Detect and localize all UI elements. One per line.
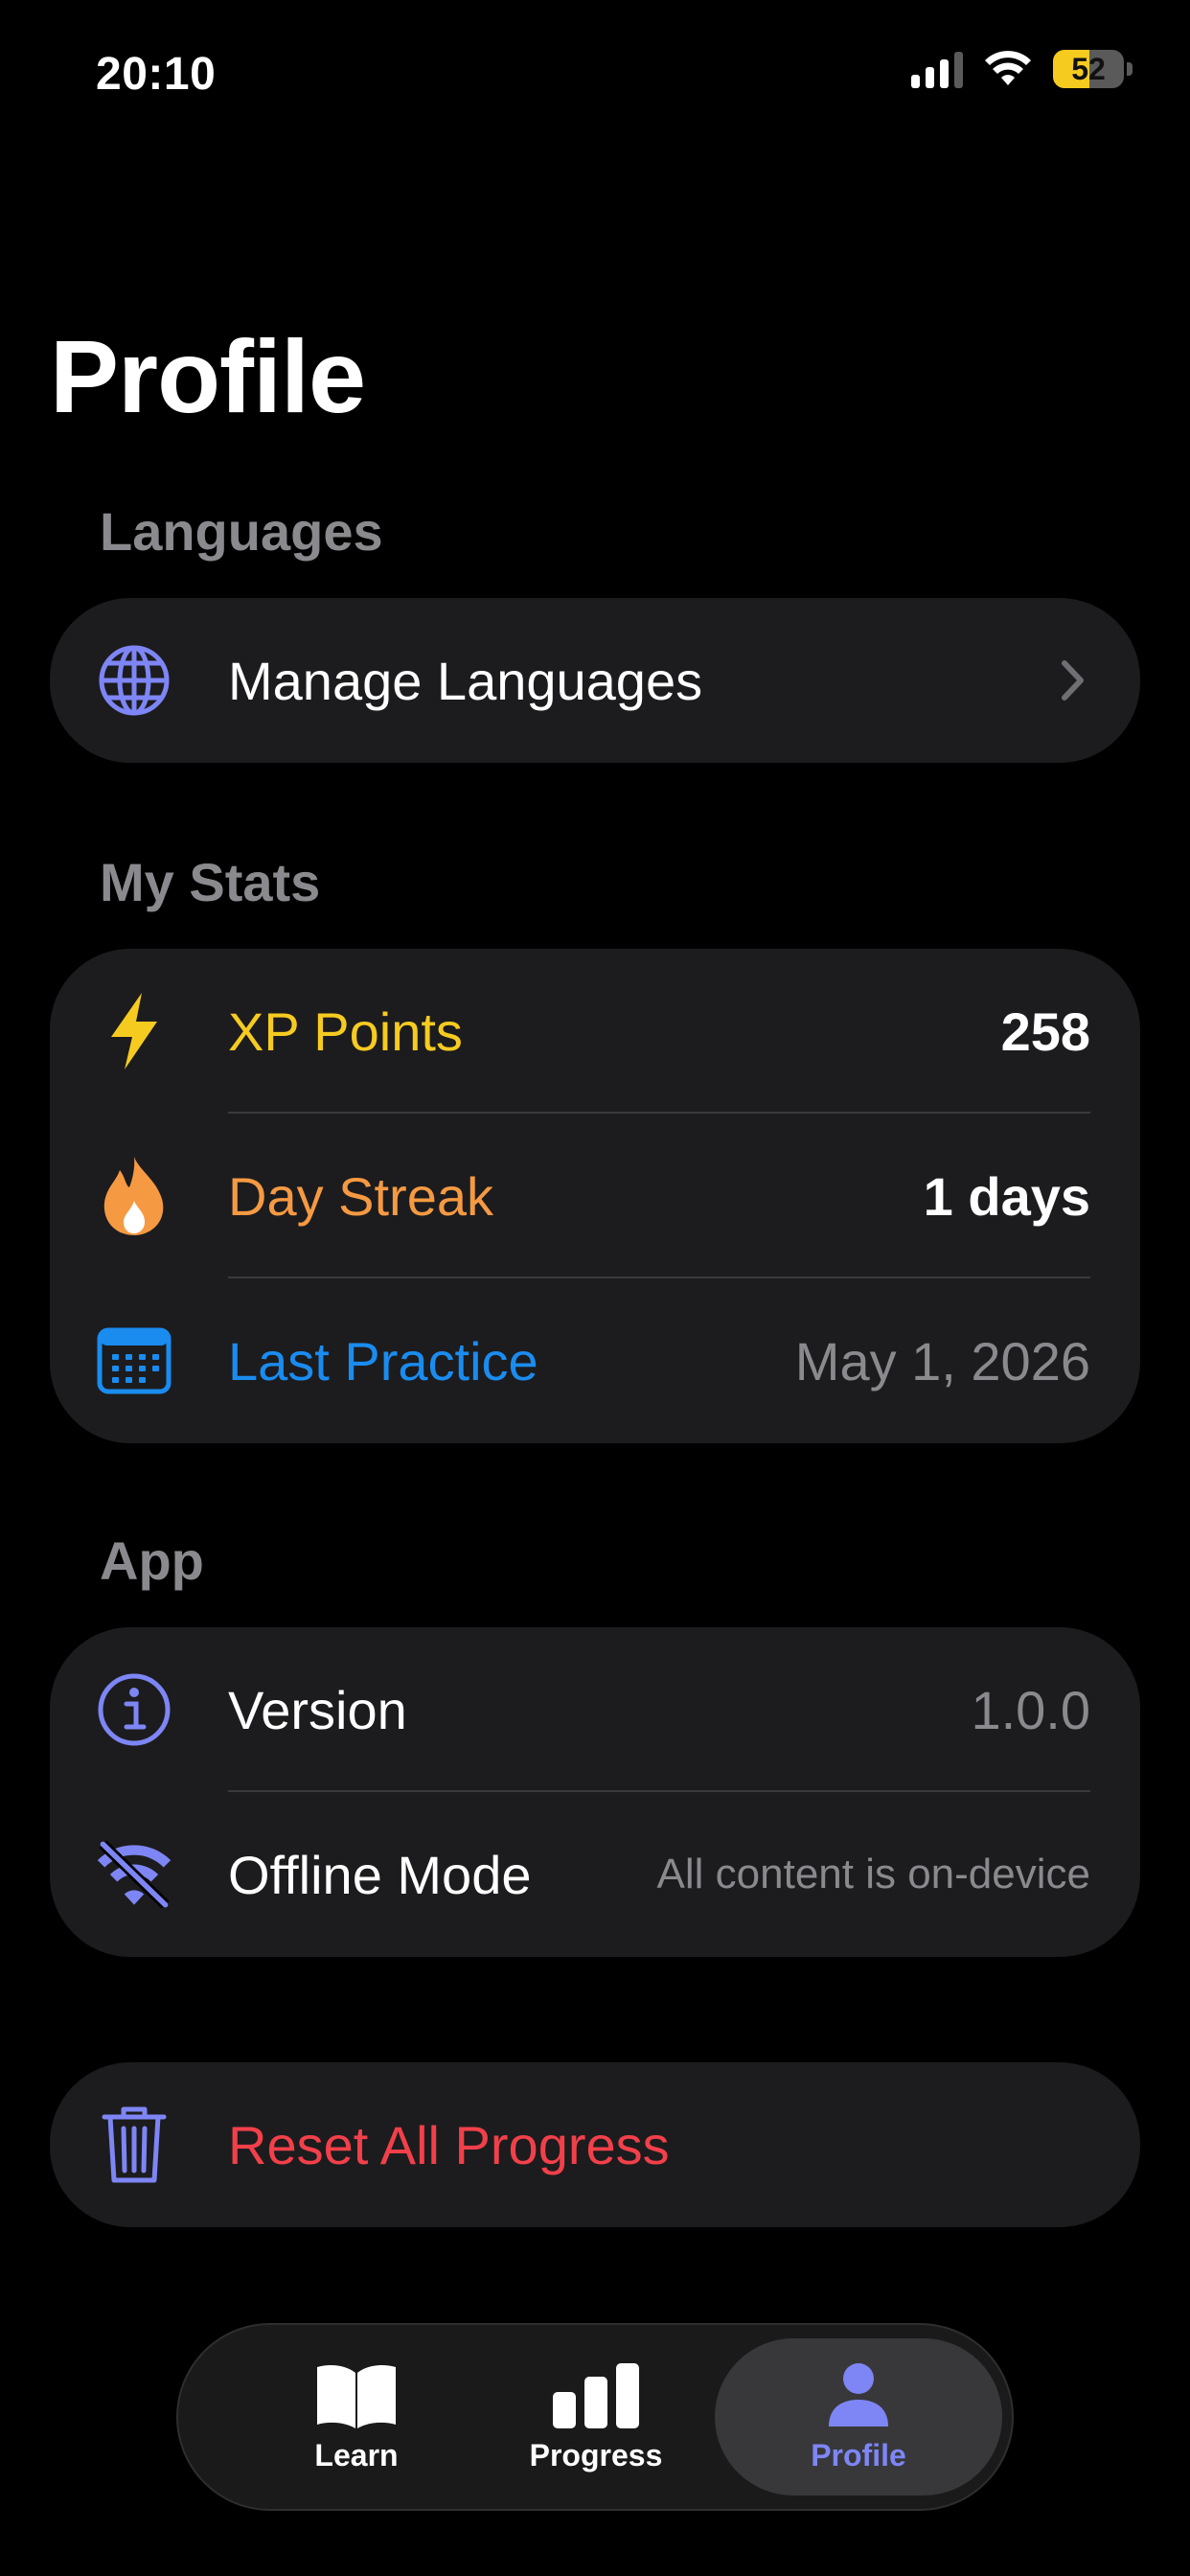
flame-icon (96, 1157, 172, 1235)
status-icons: 52 (911, 50, 1133, 88)
offline-mode-value: All content is on-device (656, 1851, 1090, 1898)
offline-mode-label: Offline Mode (228, 1844, 532, 1905)
last-practice-value: May 1, 2026 (794, 1330, 1090, 1392)
reset-card: Reset All Progress (50, 2062, 1140, 2227)
wifi-icon (985, 51, 1031, 85)
globe-icon (96, 642, 172, 719)
xp-points-row: XP Points 258 (50, 949, 1140, 1114)
last-practice-label: Last Practice (228, 1330, 538, 1392)
tab-profile-label: Profile (811, 2437, 906, 2472)
tab-learn-label: Learn (314, 2437, 399, 2472)
day-streak-value: 1 days (923, 1165, 1090, 1227)
manage-languages-label: Manage Languages (228, 650, 703, 711)
day-streak-row: Day Streak 1 days (50, 1114, 1140, 1278)
profile-screen: 20:10 52 Profile Languages Manage Langua… (0, 0, 1190, 2576)
stats-card: XP Points 258 Day Streak 1 days Last Pra… (50, 949, 1140, 1443)
manage-languages-row[interactable]: Manage Languages (50, 598, 1140, 763)
section-header-languages: Languages (100, 501, 383, 562)
tab-progress[interactable]: Progress (452, 2338, 740, 2496)
battery-icon: 52 (1053, 50, 1124, 88)
book-icon (317, 2364, 396, 2428)
xp-points-label: XP Points (228, 1000, 463, 1062)
bolt-icon (96, 993, 172, 1070)
version-label: Version (228, 1679, 407, 1740)
day-streak-label: Day Streak (228, 1165, 493, 1227)
battery-percent: 52 (1071, 51, 1106, 86)
bar-chart-icon (553, 2362, 639, 2428)
status-time: 20:10 (96, 49, 217, 100)
calendar-icon (96, 1322, 172, 1399)
last-practice-row: Last Practice May 1, 2026 (50, 1278, 1140, 1443)
chevron-right-icon (1062, 660, 1084, 701)
cellular-signal-icon (911, 50, 963, 88)
trash-icon (96, 2106, 172, 2183)
tab-bar: Learn Progress Profile (176, 2323, 1014, 2511)
reset-progress-label: Reset All Progress (228, 2114, 670, 2175)
section-header-app: App (100, 1530, 204, 1591)
wifi-off-icon (96, 1836, 172, 1913)
languages-card: Manage Languages (50, 598, 1140, 763)
tab-profile[interactable]: Profile (715, 2338, 1002, 2496)
offline-mode-row: Offline Mode All content is on-device (50, 1792, 1140, 1957)
info-icon (96, 1671, 172, 1748)
section-header-stats: My Stats (100, 852, 321, 912)
version-row: Version 1.0.0 (50, 1627, 1140, 1792)
reset-progress-button[interactable]: Reset All Progress (50, 2062, 1140, 2227)
page-title: Profile (50, 318, 366, 434)
person-icon (829, 2362, 888, 2426)
status-bar: 20:10 52 (0, 0, 1190, 153)
tab-progress-label: Progress (529, 2437, 663, 2472)
xp-points-value: 258 (1000, 1000, 1090, 1062)
version-value: 1.0.0 (971, 1679, 1090, 1740)
app-card: Version 1.0.0 Offline Mode All content i… (50, 1627, 1140, 1957)
